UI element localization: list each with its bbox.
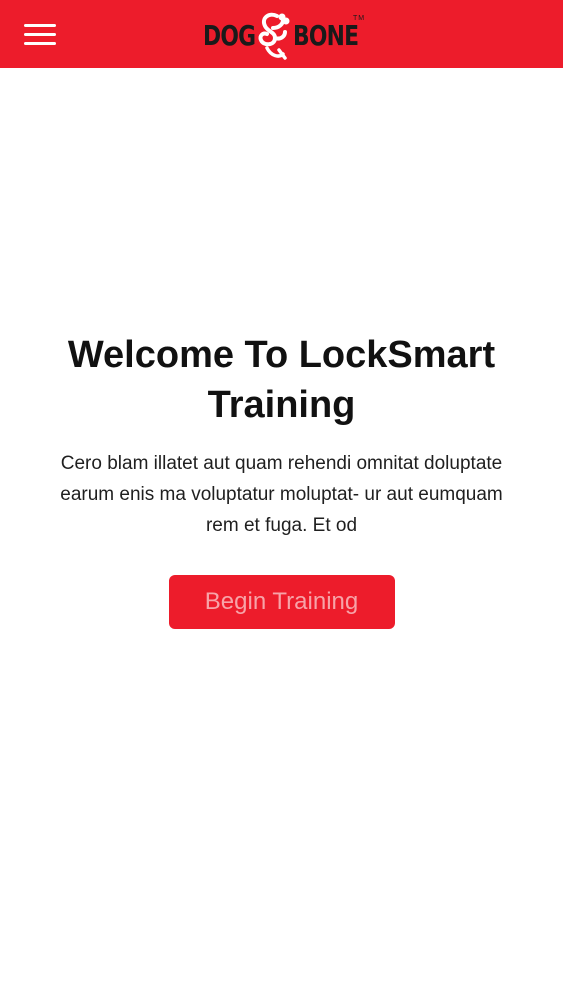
ampersand-bone-icon xyxy=(258,12,290,60)
begin-training-button[interactable]: Begin Training xyxy=(168,575,395,629)
hamburger-icon-bar xyxy=(24,42,56,45)
hamburger-icon xyxy=(24,24,56,27)
menu-button[interactable] xyxy=(24,20,58,48)
trademark-mark: TM xyxy=(353,15,366,22)
logo-word-bone: BONE xyxy=(293,19,359,52)
intro-text: Cero blam illatet aut quam rehendi omnit… xyxy=(60,453,503,536)
hamburger-icon-bar xyxy=(24,33,56,36)
logo-word-dog: DOG xyxy=(203,19,256,52)
page-title: Welcome To LockSmart Training xyxy=(67,334,496,426)
dog-and-bone-logo[interactable]: DOG BONE TM xyxy=(203,12,365,62)
top-header: DOG BONE TM xyxy=(0,0,563,68)
app-screen: DOG BONE TM Welcome To LockSmart Trainin… xyxy=(0,0,563,1000)
welcome-section: Welcome To LockSmart Training Cero blam … xyxy=(0,330,563,629)
